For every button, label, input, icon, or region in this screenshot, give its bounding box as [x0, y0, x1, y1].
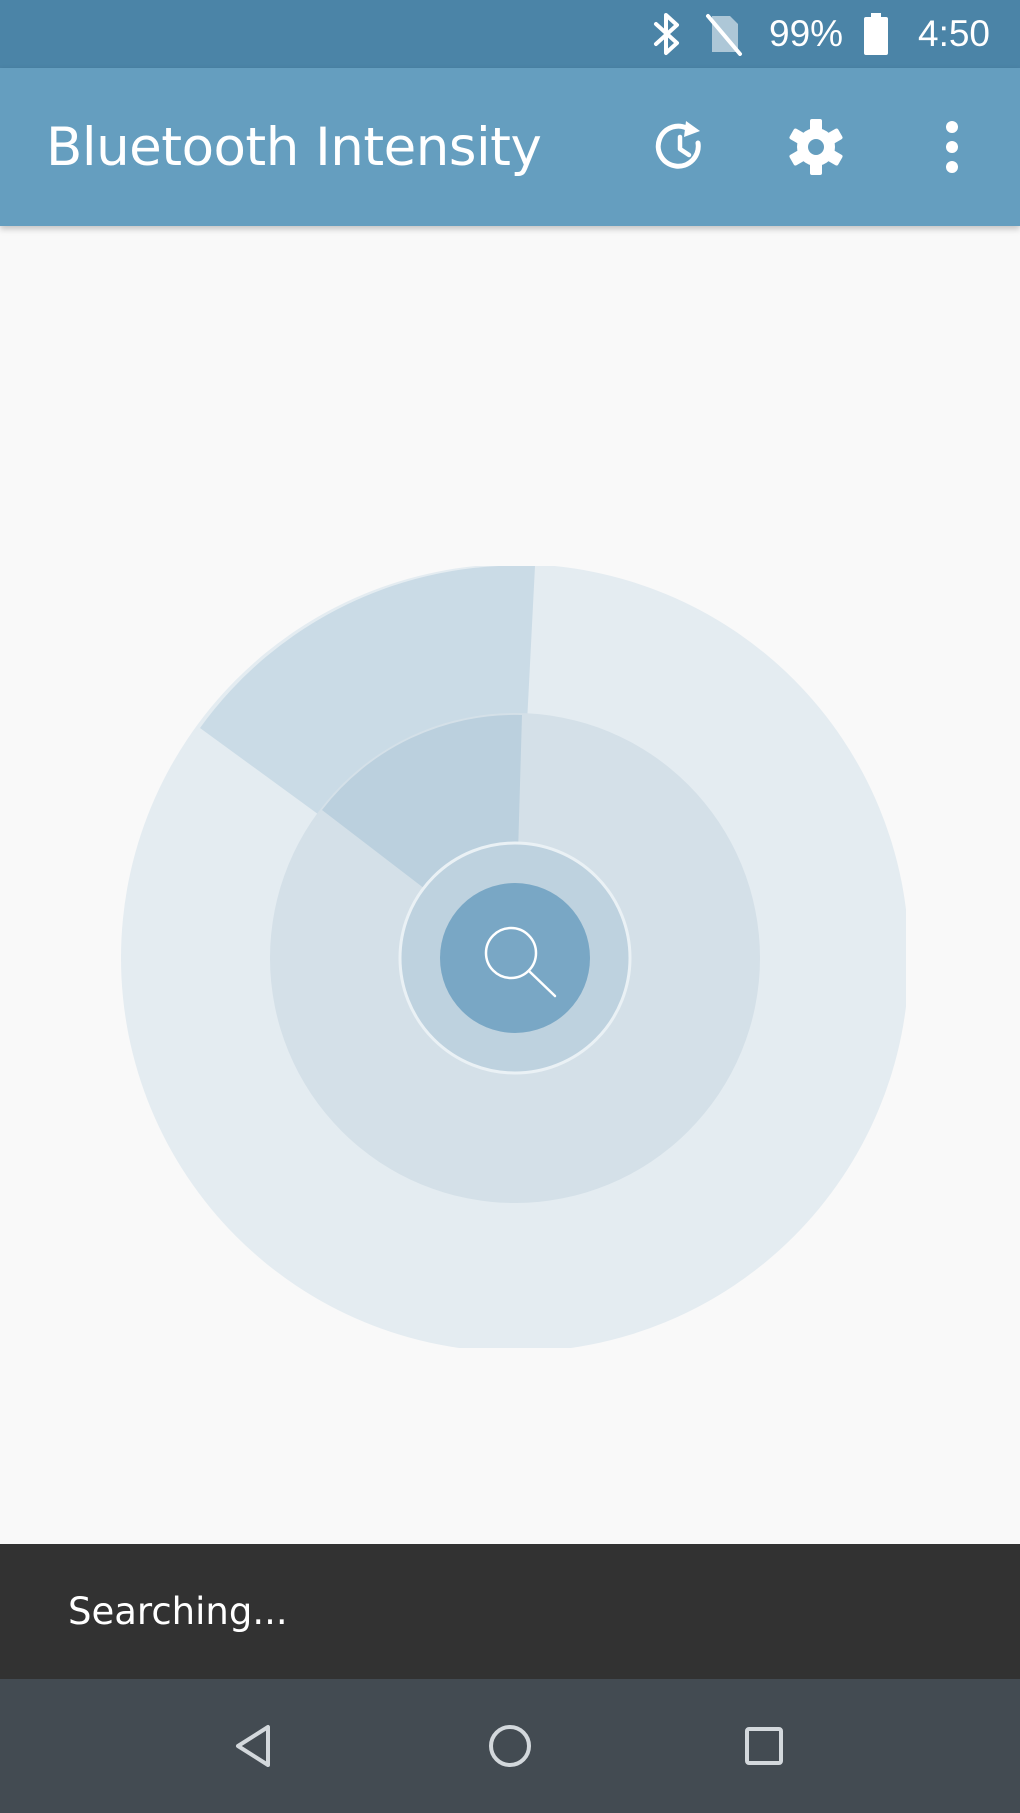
battery-percent: 99%: [769, 13, 844, 54]
home-icon: [489, 1725, 531, 1767]
clock-time: 4:50: [918, 13, 991, 54]
back-icon: [236, 1725, 270, 1767]
app-bar: Bluetooth Intensity: [0, 68, 1020, 226]
radar-view: [0, 226, 1020, 1544]
bluetooth-icon: [650, 0, 684, 68]
no-sim-icon: [704, 0, 748, 68]
radar-graphic: [121, 566, 906, 1348]
recents-button[interactable]: [714, 1696, 814, 1796]
home-button[interactable]: [460, 1696, 560, 1796]
radar-center: [440, 883, 590, 1033]
back-button[interactable]: [205, 1696, 305, 1796]
snackbar: Searching...: [0, 1544, 1020, 1679]
history-icon: [655, 121, 701, 169]
more-vert-icon: [946, 121, 958, 173]
history-button[interactable]: [642, 109, 718, 185]
battery-icon: [862, 0, 892, 68]
snackbar-message: Searching...: [68, 1590, 288, 1633]
more-options-button[interactable]: [914, 109, 990, 185]
navigation-bar: [0, 1679, 1020, 1813]
recents-icon: [745, 1727, 783, 1765]
settings-gear-icon: [789, 119, 843, 175]
settings-button[interactable]: [778, 109, 854, 185]
status-bar: 99% 4:50: [0, 0, 1020, 68]
page-title: Bluetooth Intensity: [46, 116, 542, 178]
